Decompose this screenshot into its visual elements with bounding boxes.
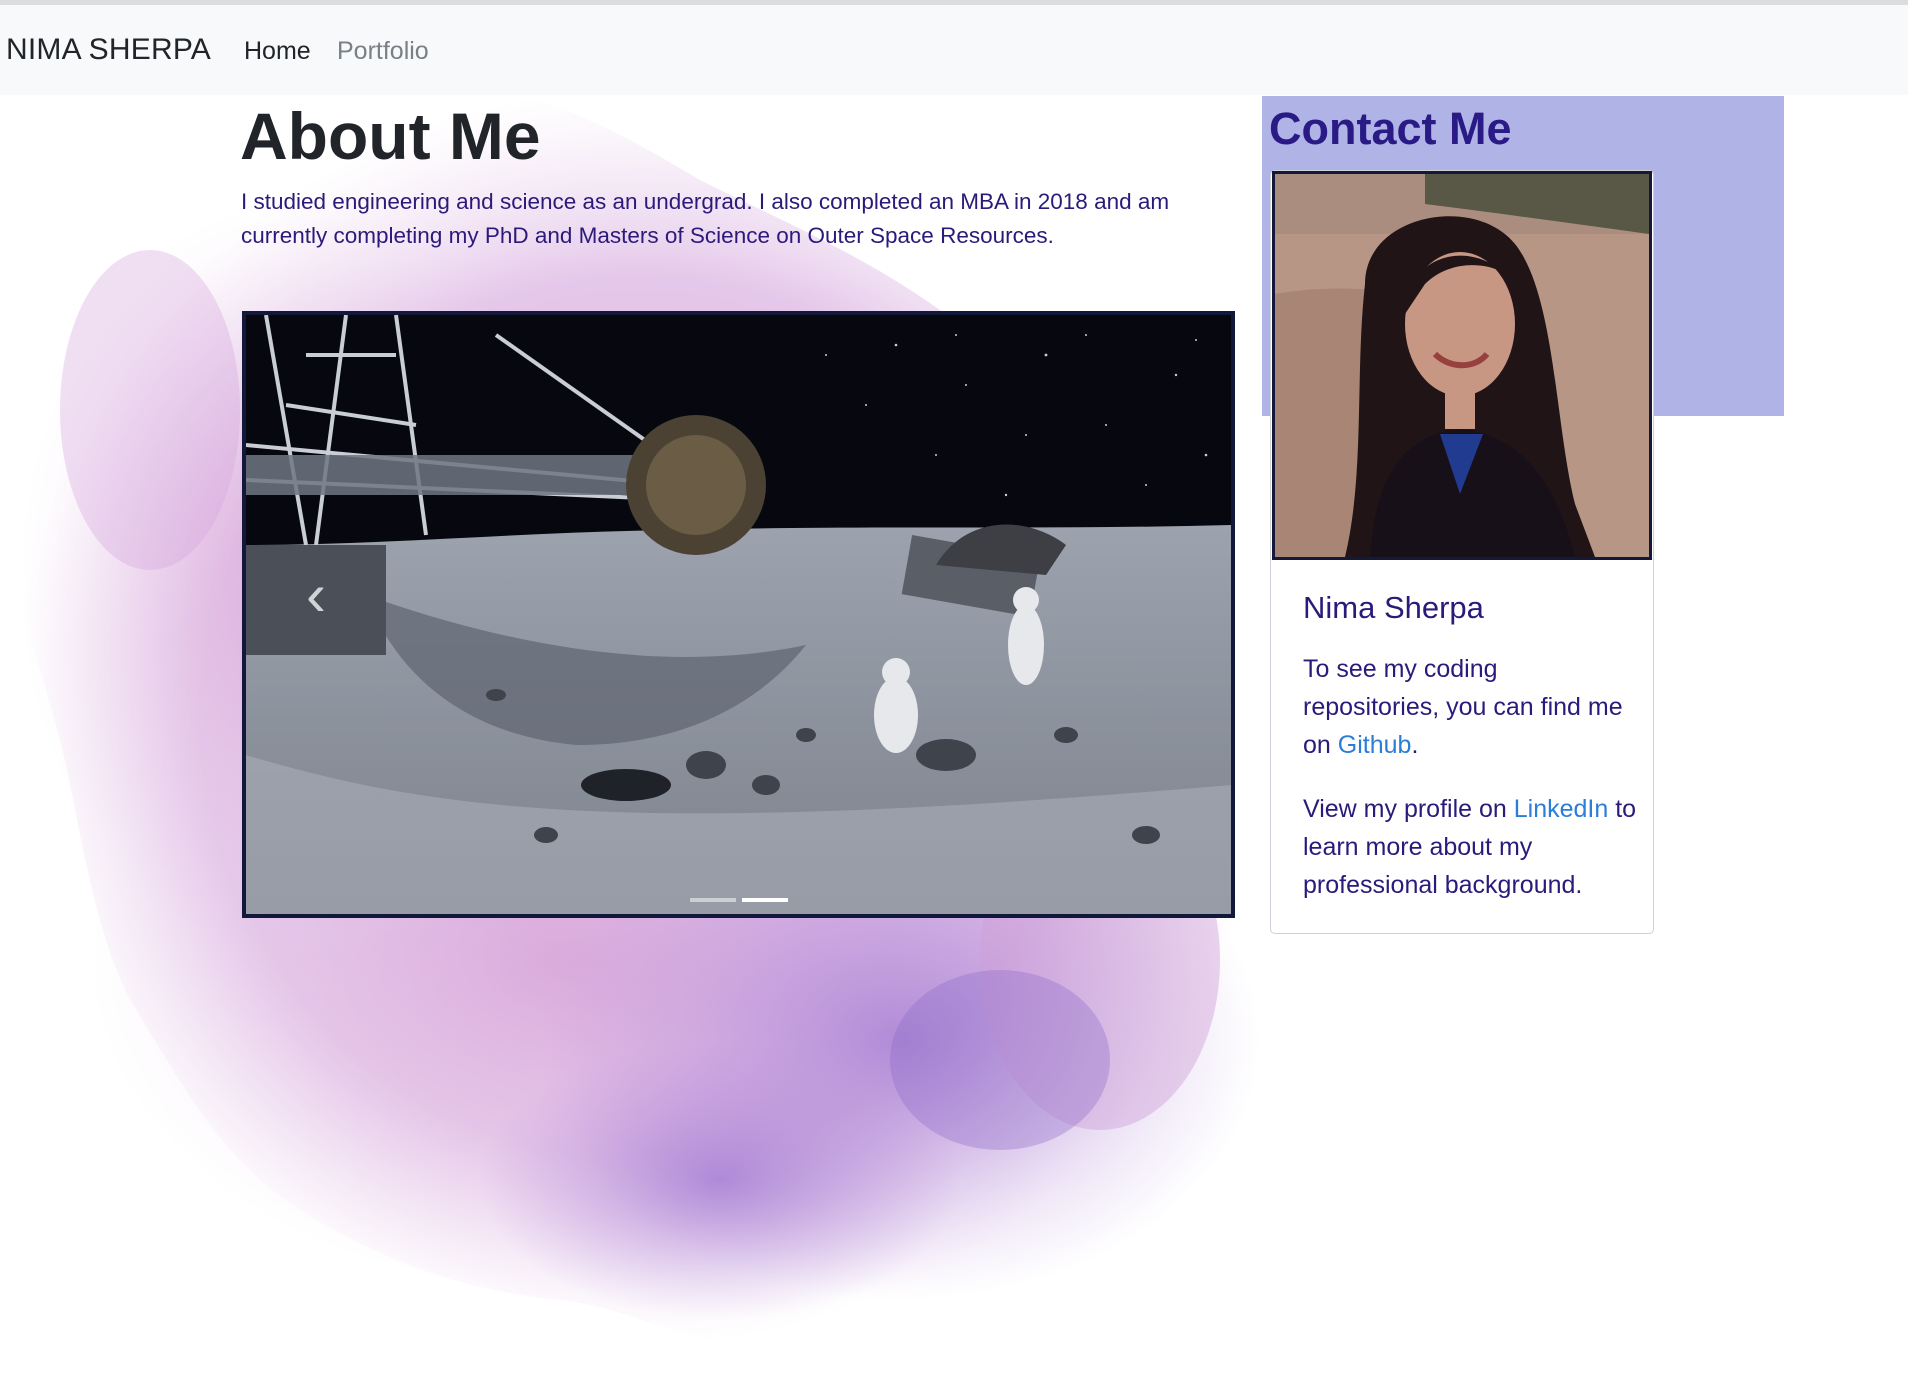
linkedin-text-prefix: View my profile on (1303, 795, 1514, 823)
about-me-heading: About Me (240, 99, 541, 173)
linkedin-link[interactable]: LinkedIn (1514, 795, 1609, 823)
carousel-indicator-2[interactable] (741, 898, 788, 902)
chevron-left-icon: ‹ (306, 561, 326, 628)
about-me-text: I studied engineering and science as an … (241, 189, 1170, 248)
github-text-suffix: . (1411, 731, 1419, 759)
github-paragraph: To see my coding repositories, you can f… (1303, 650, 1638, 764)
carousel-indicator-1[interactable] (689, 898, 736, 902)
linkedin-paragraph: View my profile on LinkedIn to learn mor… (1303, 790, 1638, 904)
carousel-indicators (246, 898, 1231, 902)
carousel-prev-control[interactable]: ‹ (286, 545, 346, 645)
profile-photo (1272, 171, 1652, 560)
image-carousel[interactable]: ‹ (242, 311, 1235, 918)
carousel-slide-moon-mining (246, 315, 1231, 914)
contact-me-heading: Contact Me (1269, 103, 1512, 154)
github-link[interactable]: Github (1338, 731, 1412, 759)
card-name-heading: Nima Sherpa (1303, 590, 1484, 625)
